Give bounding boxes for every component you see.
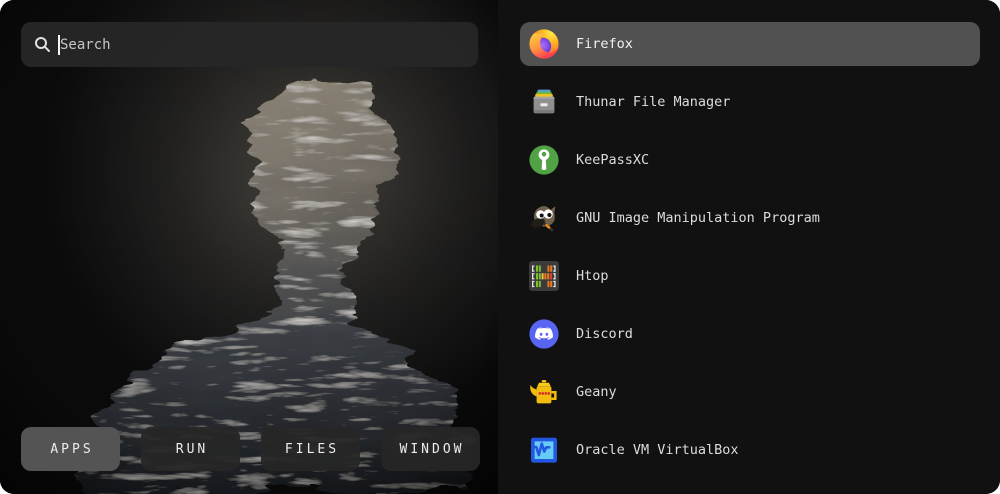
app-item-label: Firefox bbox=[576, 36, 633, 52]
app-item-keepassxc[interactable]: KeePassXC bbox=[520, 138, 980, 182]
app-item-discord[interactable]: Discord bbox=[520, 312, 980, 356]
app-item-geany[interactable]: Geany bbox=[520, 370, 980, 414]
app-item-label: Htop bbox=[576, 268, 609, 284]
firefox-icon bbox=[528, 28, 560, 60]
keepassxc-icon bbox=[528, 144, 560, 176]
tab-run[interactable]: RUN bbox=[141, 427, 240, 471]
search-icon bbox=[34, 36, 51, 53]
search-input[interactable] bbox=[60, 37, 465, 53]
thunar-icon bbox=[528, 86, 560, 118]
background-artwork-bust bbox=[0, 0, 498, 494]
app-item-gimp[interactable]: GNU Image Manipulation Program bbox=[520, 196, 980, 240]
htop-icon bbox=[528, 260, 560, 292]
app-item-htop[interactable]: Htop bbox=[520, 254, 980, 298]
search-bar[interactable] bbox=[21, 22, 478, 67]
app-item-label: Geany bbox=[576, 384, 617, 400]
app-item-thunar[interactable]: Thunar File Manager bbox=[520, 80, 980, 124]
gimp-icon bbox=[528, 202, 560, 234]
app-item-firefox[interactable]: Firefox bbox=[520, 22, 980, 66]
app-item-label: Discord bbox=[576, 326, 633, 342]
app-item-label: Thunar File Manager bbox=[576, 94, 730, 110]
app-item-virtualbox[interactable]: Oracle VM VirtualBox bbox=[520, 428, 980, 472]
tab-window[interactable]: WINDOW bbox=[381, 427, 480, 471]
mode-tabs: APPS RUN FILES WINDOW bbox=[21, 427, 480, 471]
app-item-label: KeePassXC bbox=[576, 152, 649, 168]
tab-apps[interactable]: APPS bbox=[21, 427, 120, 471]
left-panel: APPS RUN FILES WINDOW bbox=[0, 0, 498, 494]
launcher-window: APPS RUN FILES WINDOW bbox=[0, 0, 1000, 494]
app-item-label: GNU Image Manipulation Program bbox=[576, 210, 820, 226]
geany-icon bbox=[528, 376, 560, 408]
discord-icon bbox=[528, 318, 560, 350]
app-list: Firefox Thunar File Manager KeePassXC bbox=[498, 0, 1000, 494]
app-item-label: Oracle VM VirtualBox bbox=[576, 442, 739, 458]
virtualbox-icon bbox=[528, 434, 560, 466]
tab-files[interactable]: FILES bbox=[261, 427, 360, 471]
